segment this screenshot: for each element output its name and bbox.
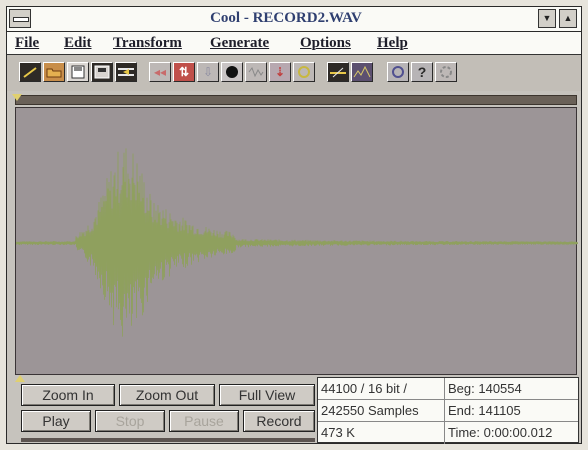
waveform-display[interactable]: [15, 107, 578, 375]
menu-edit[interactable]: Edit: [64, 35, 92, 52]
stop-button[interactable]: Stop: [95, 410, 165, 432]
menu-generate[interactable]: Generate: [210, 35, 269, 52]
minimize-button[interactable]: ▼: [538, 9, 556, 28]
pause-button[interactable]: Pause: [169, 410, 239, 432]
cue-icon[interactable]: [327, 62, 349, 82]
title-bar[interactable]: Cool - RECORD2.WAV ▼ ▲: [7, 7, 581, 32]
menu-options[interactable]: Options: [300, 35, 351, 52]
file-size: 473 K: [318, 422, 445, 444]
selection-end: End: 141105: [445, 400, 578, 422]
play-button[interactable]: Play: [21, 410, 91, 432]
new-icon[interactable]: [19, 62, 41, 82]
help-icon[interactable]: ?: [411, 62, 433, 82]
save-as-icon[interactable]: [91, 62, 113, 82]
zoom-in-button[interactable]: Zoom In: [21, 384, 115, 406]
system-menu-button[interactable]: [9, 9, 31, 28]
menu-file[interactable]: File: [15, 35, 39, 52]
sample-count: 242550 Samples: [318, 400, 445, 422]
zoom-out-button[interactable]: Zoom Out: [119, 384, 215, 406]
selection-time: Time: 0:00:00.012: [448, 425, 553, 440]
full-view-button[interactable]: Full View: [219, 384, 315, 406]
spectrum-icon[interactable]: [351, 62, 373, 82]
save-icon[interactable]: [67, 62, 89, 82]
toolbar: ◂◂ ⇅ ⇩ ⇣ ?: [7, 55, 581, 91]
noise-icon[interactable]: [245, 62, 267, 82]
app-window: Cool - RECORD2.WAV ▼ ▲ File Edit Transfo…: [6, 6, 582, 444]
reverse-icon[interactable]: ◂◂: [149, 62, 171, 82]
loop-icon[interactable]: [387, 62, 409, 82]
settings-icon[interactable]: [435, 62, 457, 82]
transport-shadow: [21, 438, 315, 442]
record-icon[interactable]: [221, 62, 243, 82]
position-ruler[interactable]: [12, 94, 577, 105]
maximize-button[interactable]: ▲: [559, 9, 577, 28]
menu-bar: File Edit Transform Generate Options Hel…: [7, 32, 581, 55]
sample-format: 44100 / 16 bit /: [318, 378, 445, 400]
waveform-graph: [16, 148, 578, 337]
timer-icon[interactable]: [293, 62, 315, 82]
window-title: Cool - RECORD2.WAV: [210, 10, 362, 26]
start-marker-icon[interactable]: [12, 94, 22, 101]
amplify-icon[interactable]: ⇩: [197, 62, 219, 82]
open-icon[interactable]: [43, 62, 65, 82]
status-panel: 44100 / 16 bit / 242550 Samples 473 K Be…: [317, 377, 579, 444]
selection-begin: Beg: 140554: [445, 378, 578, 400]
mix-icon[interactable]: [115, 62, 137, 82]
invert-icon[interactable]: ⇅: [173, 62, 195, 82]
menu-transform[interactable]: Transform: [113, 35, 182, 52]
pitch-icon[interactable]: ⇣: [269, 62, 291, 82]
record-button[interactable]: Record: [243, 410, 315, 432]
end-marker-icon[interactable]: [15, 375, 25, 382]
menu-help[interactable]: Help: [377, 35, 408, 52]
